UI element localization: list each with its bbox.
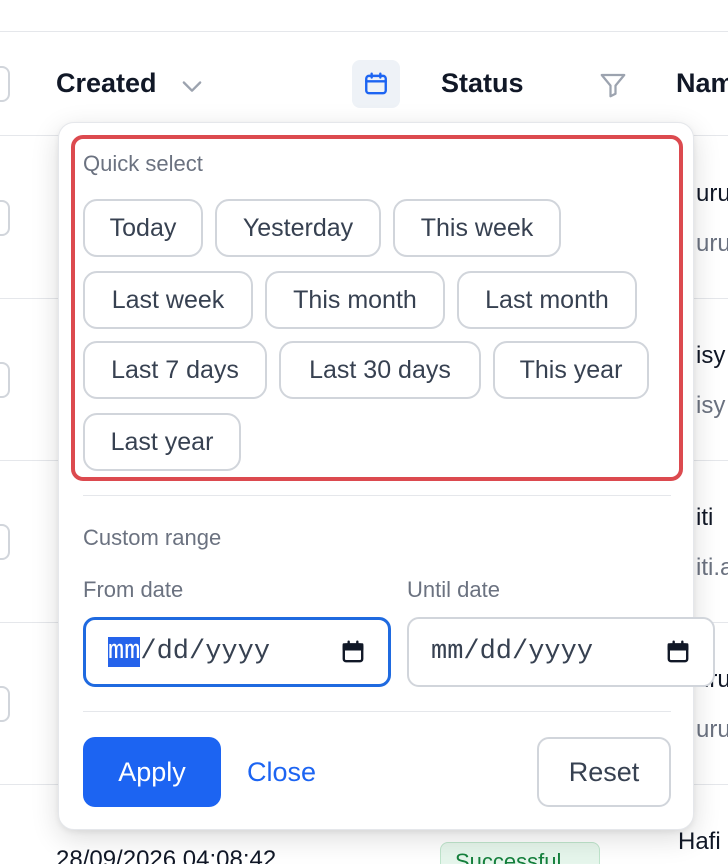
from-date-label: From date <box>83 577 184 602</box>
chip-last-year[interactable]: Last year <box>83 413 241 471</box>
apply-button[interactable]: Apply <box>83 737 221 807</box>
row-subtext: uru <box>696 230 728 257</box>
chip-last-7-days[interactable]: Last 7 days <box>83 341 267 399</box>
top-bar <box>0 0 728 32</box>
row-subtext: uru <box>696 716 728 743</box>
calendar-icon[interactable] <box>340 639 366 665</box>
reset-button[interactable]: Reset <box>537 737 671 807</box>
until-date-label: Until date <box>407 577 500 602</box>
chip-last-week[interactable]: Last week <box>83 271 253 329</box>
row-checkbox[interactable] <box>0 200 10 236</box>
created-date-cell: 28/09/2026 04:08:42 <box>56 846 277 864</box>
chip-last-30-days[interactable]: Last 30 days <box>279 341 481 399</box>
row-checkbox[interactable] <box>0 524 10 560</box>
column-header-status[interactable]: Status <box>441 68 524 99</box>
column-header-name[interactable]: Nam <box>676 68 728 99</box>
section-divider <box>83 711 671 712</box>
chip-yesterday[interactable]: Yesterday <box>215 199 381 257</box>
section-divider <box>83 495 671 496</box>
chip-this-year[interactable]: This year <box>493 341 649 399</box>
from-date-value: mm/dd/yyyy <box>108 637 340 667</box>
row-name: Hafi <box>678 828 721 855</box>
filter-icon[interactable] <box>598 70 628 100</box>
quick-select-label: Quick select <box>83 151 203 176</box>
calendar-icon <box>365 72 387 95</box>
date-filter-popover: Quick select Today Yesterday This week L… <box>58 122 715 830</box>
until-date-input[interactable]: mm/dd/yyyy <box>407 617 715 687</box>
chip-today[interactable]: Today <box>83 199 203 257</box>
row-name: uru <box>696 180 728 207</box>
chip-this-week[interactable]: This week <box>393 199 561 257</box>
select-all-checkbox[interactable] <box>0 66 10 102</box>
row-checkbox[interactable] <box>0 362 10 398</box>
chip-last-month[interactable]: Last month <box>457 271 637 329</box>
date-filter-button[interactable] <box>352 60 400 108</box>
calendar-icon[interactable] <box>665 639 691 665</box>
row-name: iti <box>696 504 714 531</box>
column-header-created[interactable]: Created <box>56 68 157 99</box>
status-badge: Successful <box>440 842 600 864</box>
row-subtext: iti.a <box>696 554 728 581</box>
from-date-input[interactable]: mm/dd/yyyy <box>83 617 391 687</box>
chevron-down-icon[interactable] <box>178 72 206 100</box>
chip-this-month[interactable]: This month <box>265 271 445 329</box>
close-button[interactable]: Close <box>247 757 316 788</box>
custom-range-label: Custom range <box>83 525 222 550</box>
row-name: isy <box>696 342 726 369</box>
month-segment: mm <box>108 637 141 667</box>
row-checkbox[interactable] <box>0 686 10 722</box>
until-date-value: mm/dd/yyyy <box>431 637 594 667</box>
row-subtext: isy <box>696 392 726 419</box>
date-rest: /dd/yyyy <box>140 637 271 667</box>
